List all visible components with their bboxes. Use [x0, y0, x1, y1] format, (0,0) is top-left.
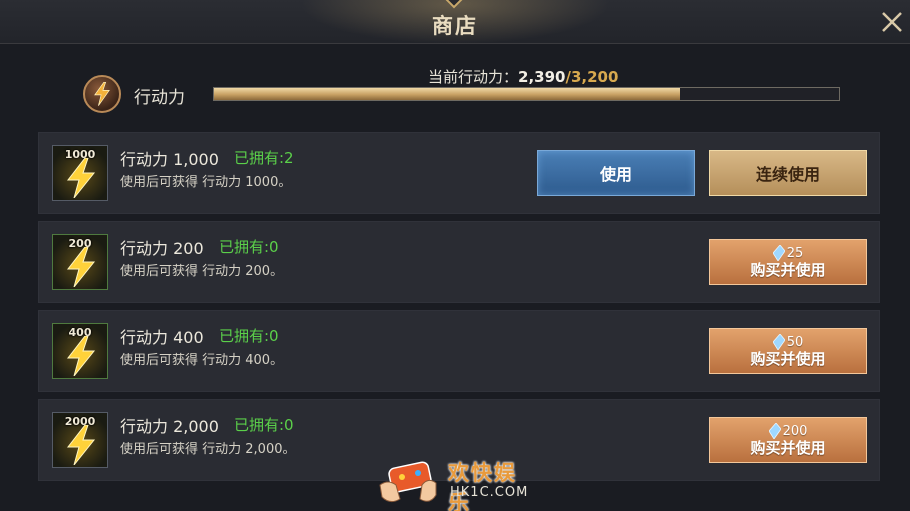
crystal-icon [772, 245, 785, 261]
lightning-icon [66, 336, 96, 376]
item-icon: 400 [52, 323, 108, 379]
item-icon: 2000 [52, 412, 108, 468]
buy-and-use-label: 购买并使用 [750, 261, 826, 279]
item-owned-count: 已拥有:0 [219, 327, 279, 345]
item-owned-count: 已拥有:0 [219, 238, 279, 256]
lightning-icon [66, 247, 96, 287]
continuous-use-button-label: 连续使用 [755, 165, 820, 184]
crystal-icon [772, 334, 785, 350]
energy-max: 3,200 [570, 68, 619, 86]
close-icon [882, 12, 902, 32]
price: 25 [772, 245, 804, 261]
energy-current: 2,390 [518, 68, 566, 86]
energy-progress-fill [214, 88, 681, 100]
watermark-url: HK1C.COM [450, 485, 529, 500]
buy-and-use-label: 购买并使用 [750, 350, 826, 368]
item-description: 使用后可获得 行动力 2,000。 [120, 442, 296, 457]
watermark: 欢快娱乐 HK1C.COM [376, 455, 536, 511]
price: 200 [768, 423, 808, 439]
buy-and-use-button[interactable]: 50 购买并使用 [709, 328, 867, 374]
item-owned-count: 已拥有:2 [234, 149, 294, 167]
title-bar: 商店 [0, 0, 910, 44]
use-button[interactable]: 使用 [537, 150, 695, 196]
buy-and-use-button[interactable]: 200 购买并使用 [709, 417, 867, 463]
energy-caption: 当前行动力：2,390/3,200 [428, 66, 618, 87]
item-owned-count: 已拥有:0 [234, 416, 294, 434]
energy-status: 行动力 当前行动力：2,390/3,200 [0, 62, 910, 126]
buy-and-use-button[interactable]: 25 购买并使用 [709, 239, 867, 285]
item-name: 行动力 2,000 [120, 417, 219, 436]
energy-progress-bar [213, 87, 840, 101]
price-value: 50 [786, 334, 804, 350]
lightning-icon [66, 158, 96, 198]
continuous-use-button[interactable]: 连续使用 [709, 150, 867, 196]
lightning-icon [66, 425, 96, 465]
item-description: 使用后可获得 行动力 400。 [120, 353, 284, 368]
price-value: 25 [786, 245, 804, 261]
item-name: 行动力 1,000 [120, 150, 219, 169]
shop-item-energy-400: 400 行动力 400 已拥有:0 使用后可获得 行动力 400。 50 购买并… [38, 310, 880, 392]
item-name: 行动力 200 [120, 239, 204, 258]
gamepad-hand-icon [379, 461, 437, 503]
lightning-icon [83, 75, 121, 113]
use-button-label: 使用 [599, 165, 632, 184]
close-button[interactable] [878, 8, 906, 36]
shop-item-energy-200: 200 行动力 200 已拥有:0 使用后可获得 行动力 200。 25 购买并… [38, 221, 880, 303]
item-description: 使用后可获得 行动力 200。 [120, 264, 284, 279]
item-name: 行动力 400 [120, 328, 204, 347]
item-icon: 1000 [52, 145, 108, 201]
price-value: 200 [782, 423, 808, 439]
crystal-icon [768, 423, 781, 439]
shop-item-energy-1000: 1000 行动力 1,000 已拥有:2 使用后可获得 行动力 1000。 使用… [38, 132, 880, 214]
watermark-title: 欢快娱乐 [448, 461, 517, 511]
price: 50 [772, 334, 804, 350]
energy-label: 行动力 [134, 88, 185, 108]
buy-and-use-label: 购买并使用 [750, 439, 826, 457]
page-title: 商店 [432, 13, 478, 38]
item-icon: 200 [52, 234, 108, 290]
item-description: 使用后可获得 行动力 1000。 [120, 175, 292, 190]
energy-caption-prefix: 当前行动力： [428, 68, 519, 86]
